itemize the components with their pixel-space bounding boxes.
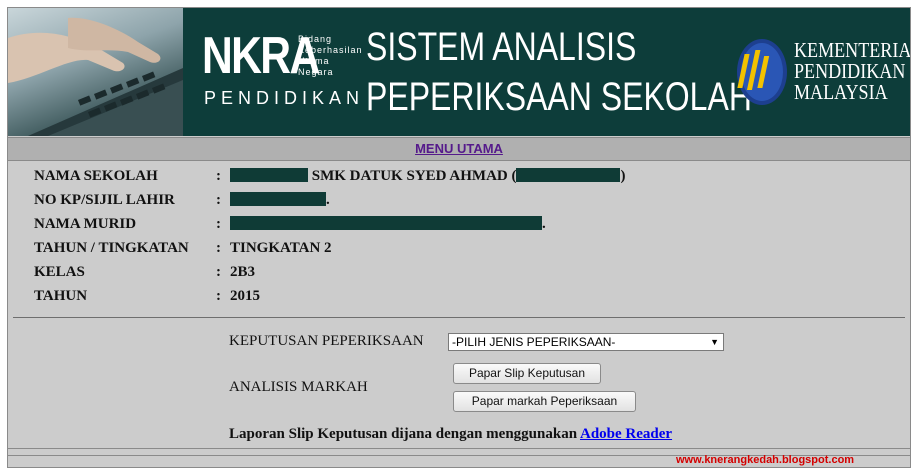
class-value: 2B3 — [230, 264, 256, 280]
ic-label: NO KP/SIJIL LAHIR — [34, 192, 175, 208]
divider — [8, 448, 910, 449]
exam-type-select[interactable]: -PILIH JENIS PEPERIKSAAN- ▼ — [448, 333, 724, 351]
colon: : — [216, 240, 221, 256]
colon: : — [216, 216, 221, 232]
show-result-slip-button[interactable]: Papar Slip Keputusan — [453, 363, 601, 384]
report-note: Laporan Slip Keputusan dijana dengan men… — [229, 426, 673, 442]
header-banner: NKRA Bidang Keberhasilan Utama Negara PE… — [8, 8, 910, 136]
divider — [13, 317, 905, 318]
ministry-name: KEMENTERIAN PENDIDIKAN MALAYSIA — [794, 38, 910, 104]
show-exam-marks-button[interactable]: Papar markah Peperiksaan — [453, 391, 636, 412]
redacted-block — [230, 168, 308, 182]
school-name-label: NAMA SEKOLAH — [34, 168, 158, 184]
exam-result-label: KEPUTUSAN PEPERIKSAAN — [229, 333, 424, 349]
nkra-pendidikan: PENDIDIKAN — [204, 88, 365, 108]
colon: : — [216, 288, 221, 304]
chevron-down-icon: ▼ — [710, 337, 719, 347]
form-value: TINGKATAN 2 — [230, 240, 332, 256]
marks-analysis-label: ANALISIS MARKAH — [229, 379, 368, 395]
main-menu-link[interactable]: MENU UTAMA — [415, 141, 503, 156]
adobe-reader-link[interactable]: Adobe Reader — [580, 426, 672, 442]
watermark: www.knerangkedah.blogspot.com — [676, 454, 855, 466]
menu-bar: MENU UTAMA — [8, 137, 910, 161]
redacted-block — [230, 216, 542, 230]
colon: : — [216, 264, 221, 280]
form-label: TAHUN / TINGKATAN — [34, 240, 189, 256]
main-frame: NKRA Bidang Keberhasilan Utama Negara PE… — [7, 7, 911, 468]
colon: : — [216, 168, 221, 184]
exam-type-selected-value: -PILIH JENIS PEPERIKSAAN- — [452, 335, 616, 349]
redacted-block — [516, 168, 621, 182]
school-name-value: SMK DATUK SYED AHMAD () — [230, 168, 625, 185]
nkra-subtitle: Bidang Keberhasilan Utama Negara — [298, 34, 363, 77]
ministry-crest-icon — [737, 39, 787, 105]
keyboard-hands-image — [8, 8, 183, 136]
ic-value: . — [230, 192, 330, 209]
year-value: 2015 — [230, 288, 260, 304]
student-name-value: . — [230, 216, 546, 233]
class-label: KELAS — [34, 264, 85, 280]
year-label: TAHUN — [34, 288, 88, 304]
student-name-label: NAMA MURID — [34, 216, 137, 232]
system-title: SISTEM ANALISIS PEPERIKSAAN SEKOLAH — [366, 25, 752, 119]
colon: : — [216, 192, 221, 208]
redacted-block — [230, 192, 326, 206]
